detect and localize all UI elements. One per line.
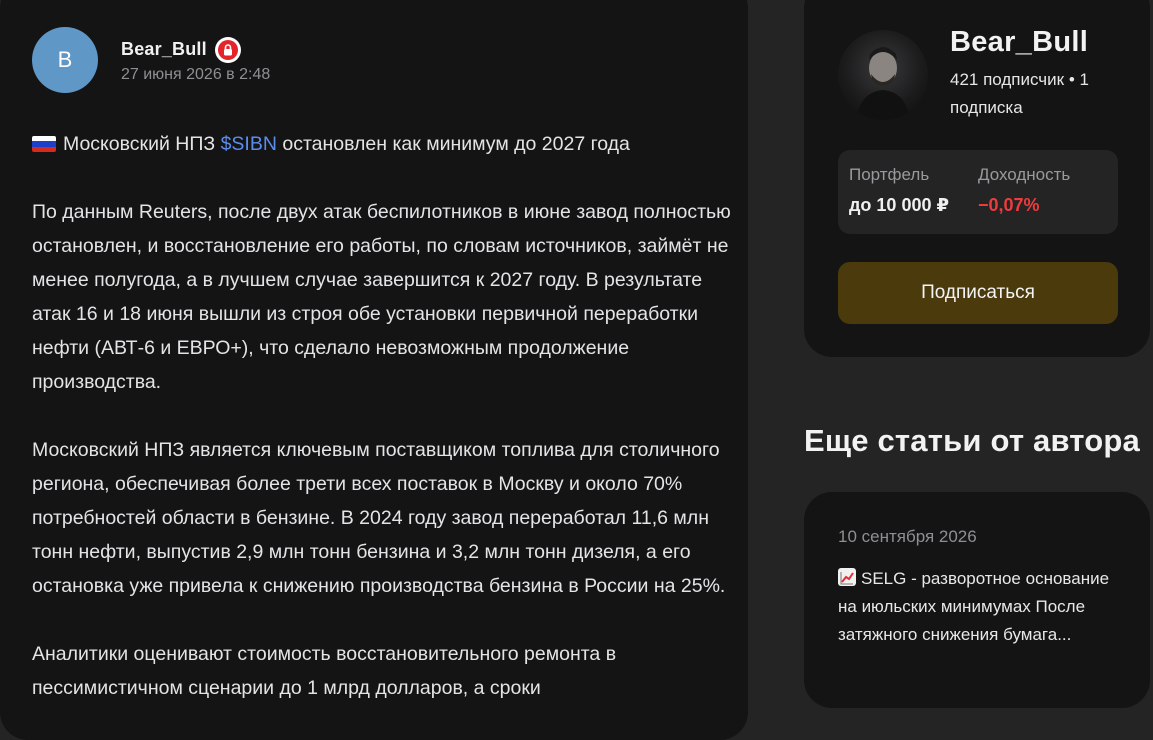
article-preview-text: SELG - разворотное основание на июльских… [838, 569, 1110, 644]
author-meta: Bear_Bull 27 июня 2026 в 2:48 [121, 36, 271, 84]
author-row: Bear_Bull [121, 36, 270, 63]
portfolio-column: Портфель до 10 000 ₽ [849, 164, 949, 216]
article-date: 10 сентября 2026 [838, 527, 977, 546]
portfolio-label: Портфель [849, 165, 930, 184]
post-date: 27 июня 2026 в 2:48 [121, 65, 271, 83]
post-paragraph: Аналитики оценивают стоимость восстанови… [32, 643, 617, 699]
author-initial: B [57, 47, 73, 72]
chart-increasing-icon [838, 568, 856, 586]
post-paragraph: Московский НПЗ является ключевым поставщ… [32, 439, 726, 597]
headline-prefix: Московский НПЗ [63, 133, 221, 155]
article-card[interactable]: 10 сентября 2026 SELG - разворотное осно… [804, 492, 1150, 708]
post-card: B Bear_Bull 27 июня 2026 в 2:48 Московск… [0, 0, 748, 740]
author-avatar[interactable]: B [32, 27, 98, 93]
post-body: Московский НПЗ $SIBN остановлен как мини… [32, 127, 732, 739]
subscribe-button[interactable]: Подписаться [838, 262, 1118, 324]
profile-name[interactable]: Bear_Bull [950, 26, 1088, 59]
profile-card: Bear_Bull 421 подписчик • 1 подписка Пор… [804, 0, 1150, 357]
author-name[interactable]: Bear_Bull [121, 39, 207, 60]
post-paragraph: По данным Reuters, после двух атак беспи… [32, 201, 731, 393]
profile-stats: 421 подписчик • 1 подписка [950, 70, 1089, 117]
portfolio-value: до 10 000 ₽ [849, 195, 950, 215]
headline-suffix: остановлен как минимум до 2027 года [276, 133, 630, 155]
post-headline: Московский НПЗ $SIBN остановлен как мини… [32, 127, 732, 161]
russia-flag-icon [32, 136, 56, 152]
yield-label: Доходность [978, 165, 1071, 184]
lock-icon [214, 36, 241, 63]
ticker-link[interactable]: $SIBN [221, 133, 277, 155]
portfolio-box: Портфель до 10 000 ₽ Доходность −0,07% [838, 150, 1118, 234]
yield-value: −0,07% [978, 195, 1040, 215]
profile-avatar[interactable] [838, 30, 928, 120]
article-preview: SELG - разворотное основание на июльских… [838, 565, 1118, 649]
post-header: B Bear_Bull 27 июня 2026 в 2:48 [32, 27, 270, 93]
yield-column: Доходность −0,07% [978, 164, 1070, 216]
more-articles-title: Еще статьи от автора [804, 423, 1140, 458]
